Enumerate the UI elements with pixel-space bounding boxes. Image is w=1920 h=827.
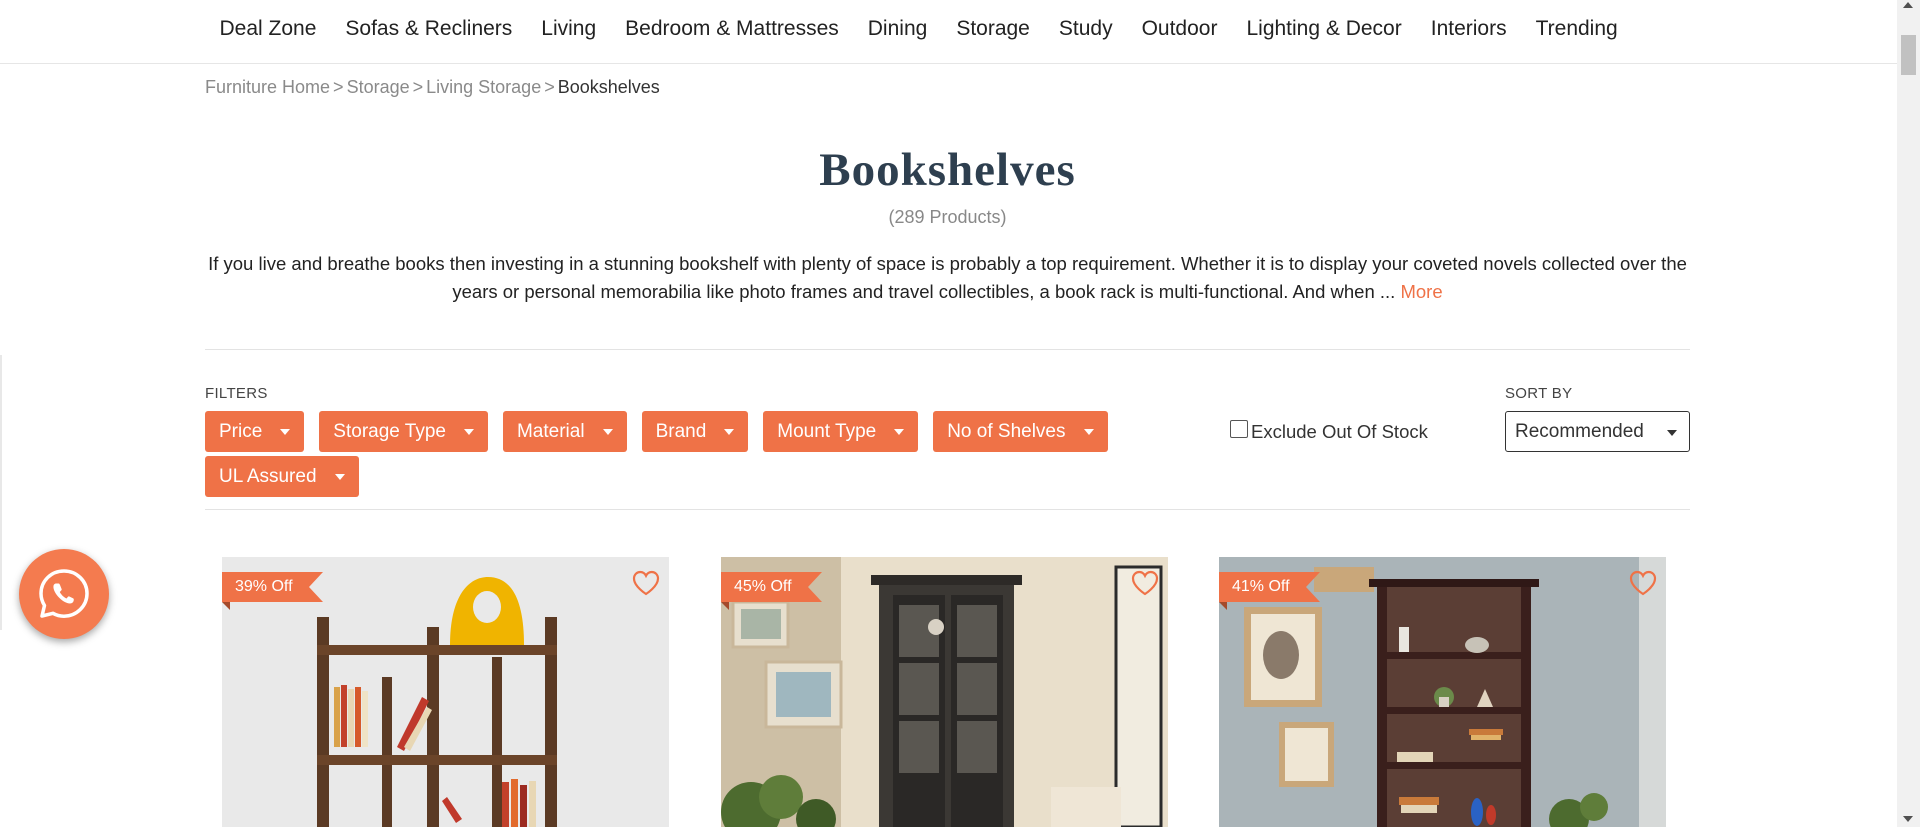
heart-icon[interactable] [1628, 569, 1658, 597]
divider [205, 349, 1690, 350]
filter-label: Storage Type [333, 420, 446, 442]
nav-item-sofas-recliners[interactable]: Sofas & Recliners [331, 16, 527, 42]
sort-by-label: SORT BY [1505, 385, 1573, 402]
breadcrumb-separator: > [544, 77, 555, 97]
filter-brand-button[interactable]: Brand [641, 411, 749, 452]
caret-down-icon [1667, 430, 1677, 436]
nav-item-storage[interactable]: Storage [942, 16, 1045, 42]
left-edge-border [0, 355, 2, 630]
filter-ul-assured-button[interactable]: UL Assured [205, 456, 359, 497]
breadcrumb-current: Bookshelves [557, 77, 660, 97]
nav-item-outdoor[interactable]: Outdoor [1127, 16, 1232, 42]
page-title: Bookshelves [819, 144, 1076, 196]
product-card[interactable]: 41% Off [1219, 557, 1666, 827]
whatsapp-icon [39, 569, 89, 618]
sort-selected-value: Recommended [1515, 420, 1644, 442]
nav-item-living[interactable]: Living [527, 16, 611, 42]
page-scrollbar[interactable] [1897, 0, 1920, 827]
breadcrumb-furniture-home[interactable]: Furniture Home [205, 77, 330, 97]
filter-label: Brand [655, 420, 707, 442]
filter-label: UL Assured [219, 465, 317, 487]
heart-icon[interactable] [1130, 569, 1160, 597]
filter-no-of-shelves-button[interactable]: No of Shelves [933, 411, 1108, 452]
breadcrumb: Furniture Home > Storage > Living Storage > Bo… [205, 77, 660, 98]
nav-item-dining[interactable]: Dining [853, 16, 942, 42]
divider [205, 509, 1690, 510]
caret-down-icon [334, 473, 345, 480]
sort-select[interactable]: Recommended [1505, 411, 1690, 452]
discount-badge: 39% Off [222, 572, 322, 610]
filter-label: Price [219, 420, 263, 442]
filter-material-button[interactable]: Material [502, 411, 627, 452]
breadcrumb-separator: > [412, 77, 424, 97]
read-more-link[interactable]: More [1400, 281, 1442, 302]
exclude-out-of-stock[interactable]: Exclude Out Of Stock [1230, 420, 1428, 443]
scroll-up-arrow-icon[interactable] [1903, 2, 1913, 8]
product-card[interactable]: 39% Off [222, 557, 669, 827]
nav-item-bedroom-mattresses[interactable]: Bedroom & Mattresses [611, 16, 854, 42]
filters-label: FILTERS [205, 385, 268, 402]
caret-down-icon [463, 428, 474, 435]
filter-label: Material [516, 420, 585, 442]
caret-down-icon [602, 428, 613, 435]
breadcrumb-separator: > [333, 77, 344, 97]
filter-bar: Price Storage Type Material Brand Mount … [205, 411, 1165, 497]
scroll-thumb[interactable] [1901, 35, 1916, 75]
scroll-down-arrow-icon[interactable] [1903, 816, 1913, 822]
nav-item-deal-zone[interactable]: Deal Zone [205, 16, 331, 42]
caret-down-icon [894, 428, 905, 435]
breadcrumb-living-storage[interactable]: Living Storage [426, 77, 541, 97]
nav-list: Deal Zone Sofas & Recliners Living Bedro… [205, 16, 1632, 42]
nav-item-interiors[interactable]: Interiors [1416, 16, 1521, 42]
filter-storage-type-button[interactable]: Storage Type [319, 411, 488, 452]
top-nav: Deal Zone Sofas & Recliners Living Bedro… [0, 0, 1897, 64]
nav-item-trending[interactable]: Trending [1521, 16, 1632, 42]
filter-price-button[interactable]: Price [205, 411, 305, 452]
caret-down-icon [1083, 428, 1094, 435]
discount-badge: 45% Off [721, 572, 821, 610]
discount-badge: 41% Off [1219, 572, 1319, 610]
whatsapp-button[interactable] [19, 549, 109, 639]
exclude-out-of-stock-label: Exclude Out Of Stock [1251, 421, 1428, 442]
description-text: If you live and breathe books then inves… [208, 253, 1687, 302]
heart-icon[interactable] [631, 569, 661, 597]
filter-mount-type-button[interactable]: Mount Type [763, 411, 919, 452]
breadcrumb-storage[interactable]: Storage [347, 77, 410, 97]
exclude-out-of-stock-checkbox[interactable] [1230, 420, 1248, 438]
caret-down-icon [280, 428, 291, 435]
product-card[interactable]: 45% Off [721, 557, 1168, 827]
nav-item-lighting-decor[interactable]: Lighting & Decor [1232, 16, 1416, 42]
filter-label: No of Shelves [947, 420, 1066, 442]
category-description: If you live and breathe books then inves… [205, 250, 1690, 305]
filter-label: Mount Type [777, 420, 877, 442]
caret-down-icon [724, 428, 735, 435]
product-count: (289 Products) [888, 207, 1007, 227]
nav-item-study[interactable]: Study [1044, 16, 1127, 42]
